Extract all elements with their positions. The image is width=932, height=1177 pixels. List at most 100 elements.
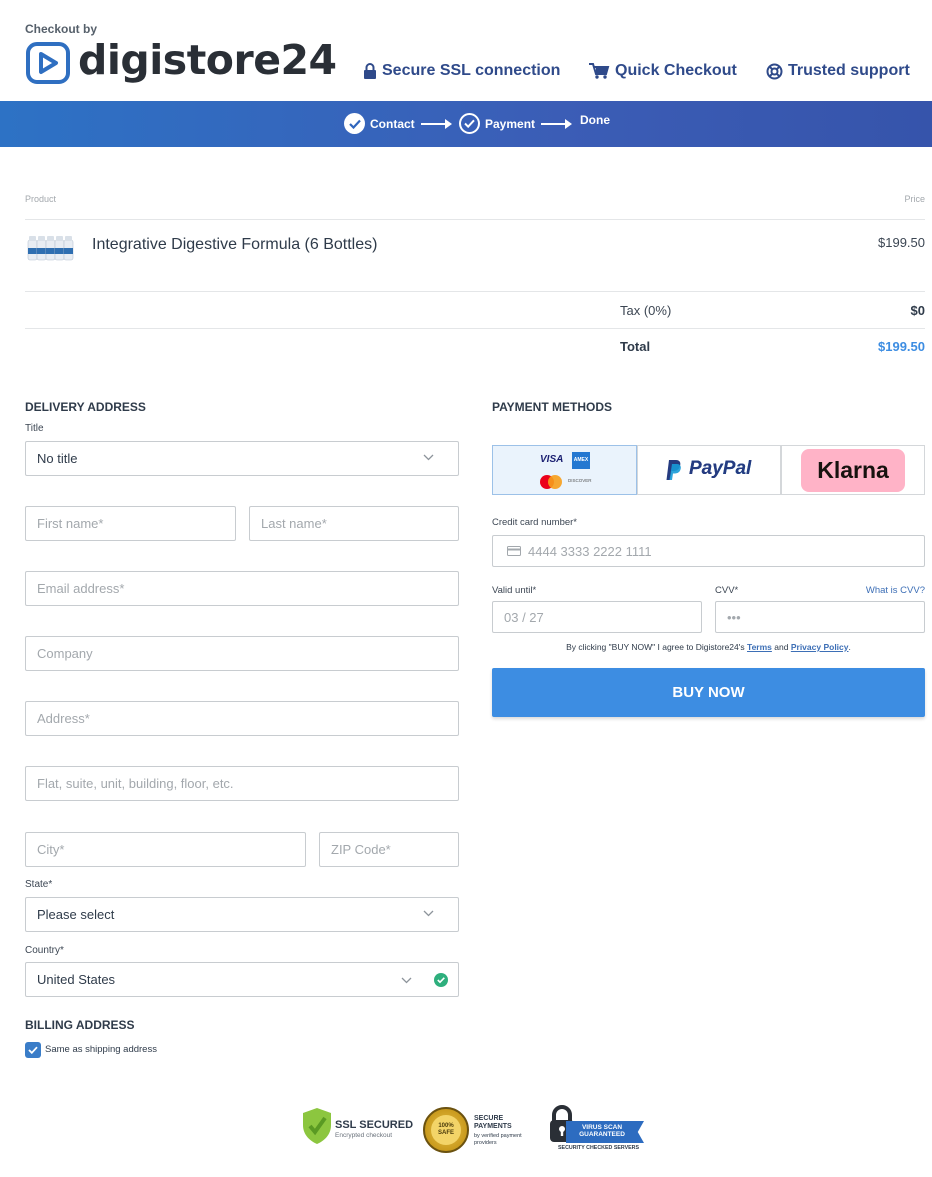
credit-card-icon	[507, 546, 521, 556]
feature-quick-checkout: Quick Checkout	[589, 62, 737, 80]
privacy-policy-link[interactable]: Privacy Policy	[791, 642, 849, 652]
paypal-text: PayPal	[689, 458, 752, 479]
check-circle-icon	[344, 113, 365, 134]
ssl-secured-subtitle: Encrypted checkout	[335, 1132, 393, 1139]
credit-card-method-tab[interactable]: VISA AMEX DISCOVER	[492, 445, 637, 495]
first-name-input[interactable]: First name*	[25, 506, 236, 541]
state-label: State*	[25, 879, 53, 890]
tax-value: $0	[910, 303, 925, 318]
zip-input[interactable]: ZIP Code*	[319, 832, 459, 867]
step-contact-label: Contact	[370, 116, 415, 131]
cart-icon	[589, 63, 610, 79]
feature-ssl-label: Secure SSL connection	[382, 62, 561, 79]
country-select-value: United States	[37, 972, 116, 987]
step-contact: Contact	[344, 113, 415, 134]
email-input[interactable]: Email address*	[25, 571, 459, 606]
paypal-method-tab[interactable]: PayPal	[637, 445, 781, 495]
feature-support: Trusted support	[766, 62, 910, 80]
digistore-logo-icon	[26, 42, 70, 84]
product-thumbnail	[27, 236, 74, 261]
lifebuoy-icon	[766, 63, 783, 79]
chevron-down-icon	[423, 910, 434, 917]
address-placeholder: Address*	[37, 711, 90, 726]
payment-methods-heading: PAYMENT METHODS	[492, 400, 613, 414]
amex-logo: AMEX	[572, 452, 590, 469]
shield-check-icon	[303, 1108, 331, 1144]
last-name-placeholder: Last name*	[261, 516, 327, 531]
price-column-header: Price	[904, 194, 925, 204]
address-input[interactable]: Address*	[25, 701, 459, 736]
valid-until-input[interactable]: 03 / 27	[492, 601, 702, 633]
visa-logo: VISA	[540, 454, 564, 465]
feature-quick-label: Quick Checkout	[615, 62, 737, 79]
check-circle-outline-icon	[459, 113, 480, 134]
klarna-method-tab[interactable]: Klarna	[781, 445, 925, 495]
cc-number-label: Credit card number*	[492, 517, 578, 528]
klarna-logo: Klarna	[801, 449, 905, 492]
valid-until-label: Valid until*	[492, 585, 537, 596]
header: Checkout by digistore24 Secure SSL conne…	[0, 0, 932, 101]
mastercard-logo-icon	[540, 475, 562, 489]
discover-logo: DISCOVER	[568, 478, 592, 483]
cvv-label: CVV*	[715, 585, 739, 596]
feature-support-label: Trusted support	[788, 62, 910, 79]
lock-icon	[364, 63, 376, 79]
arrow-right-icon	[541, 119, 572, 129]
same-as-shipping-checkbox[interactable]	[25, 1042, 41, 1058]
divider	[25, 219, 925, 220]
virus-scan-title: VIRUS SCAN GUARANTEED	[566, 1121, 644, 1143]
first-name-placeholder: First name*	[37, 516, 104, 531]
country-label: Country*	[25, 945, 64, 956]
product-name: Integrative Digestive Formula (6 Bottles…	[92, 236, 378, 253]
company-input[interactable]: Company	[25, 636, 459, 671]
checkout-steps-bar: Contact Payment Done	[0, 101, 932, 147]
paypal-icon	[666, 460, 681, 480]
step-payment: Payment	[459, 113, 535, 134]
title-label: Title	[25, 423, 44, 434]
step-done: Done	[580, 113, 610, 127]
email-placeholder: Email address*	[37, 581, 125, 596]
last-name-input[interactable]: Last name*	[249, 506, 459, 541]
secure-payments-subtitle: by verified payment providers	[474, 1133, 522, 1146]
tax-label: Tax (0%)	[620, 303, 672, 318]
gold-seal-icon: 100% SAFE	[423, 1107, 469, 1153]
ssl-secured-title: SSL SECURED	[335, 1119, 414, 1131]
product-price: $199.50	[878, 235, 925, 250]
divider	[25, 328, 925, 329]
company-placeholder: Company	[37, 646, 93, 661]
city-input[interactable]: City*	[25, 832, 306, 867]
brand-name: digistore24	[78, 36, 337, 84]
chevron-down-icon	[401, 977, 412, 984]
step-payment-label: Payment	[485, 116, 536, 131]
buy-now-button[interactable]: BUY NOW	[492, 668, 925, 717]
terms-agreement: By clicking "BUY NOW" I agree to Digisto…	[492, 642, 925, 652]
city-placeholder: City*	[37, 842, 65, 857]
state-select-value: Please select	[37, 907, 115, 922]
chevron-down-icon	[423, 454, 434, 461]
paypal-label: PayPal	[689, 458, 751, 480]
title-select-value: No title	[37, 451, 78, 466]
agree-prefix: By clicking "BUY NOW" I agree to Digisto…	[566, 642, 745, 652]
valid-until-placeholder: 03 / 27	[504, 609, 544, 625]
same-as-shipping-label[interactable]: Same as shipping address	[45, 1044, 157, 1055]
what-is-cvv-link[interactable]: What is CVV?	[866, 585, 925, 596]
billing-address-heading: BILLING ADDRESS	[25, 1018, 135, 1032]
country-select[interactable]: United States	[25, 962, 459, 997]
virus-scan-subtitle: SECURITY CHECKED SERVERS	[558, 1145, 640, 1151]
secure-payments-badge: 100% SAFE SECURE PAYMENTS by verified pa…	[423, 1105, 535, 1153]
cvv-input[interactable]: •••	[715, 601, 925, 633]
terms-link[interactable]: Terms	[747, 642, 772, 652]
product-column-header: Product	[25, 194, 57, 204]
cc-number-input[interactable]: 4444 3333 2222 1111	[492, 535, 925, 567]
seal-text: 100% SAFE	[431, 1115, 461, 1145]
delivery-address-heading: DELIVERY ADDRESS	[25, 400, 146, 414]
title-select[interactable]: No title	[25, 441, 459, 476]
agree-and: and	[774, 642, 789, 652]
agree-suffix: .	[848, 642, 851, 652]
state-select[interactable]: Please select	[25, 897, 459, 932]
total-label: Total	[620, 339, 651, 354]
checkmark-icon	[28, 1046, 38, 1054]
arrow-right-icon	[421, 119, 452, 129]
step-done-label: Done	[580, 113, 610, 127]
address2-input[interactable]: Flat, suite, unit, building, floor, etc.	[25, 766, 459, 801]
